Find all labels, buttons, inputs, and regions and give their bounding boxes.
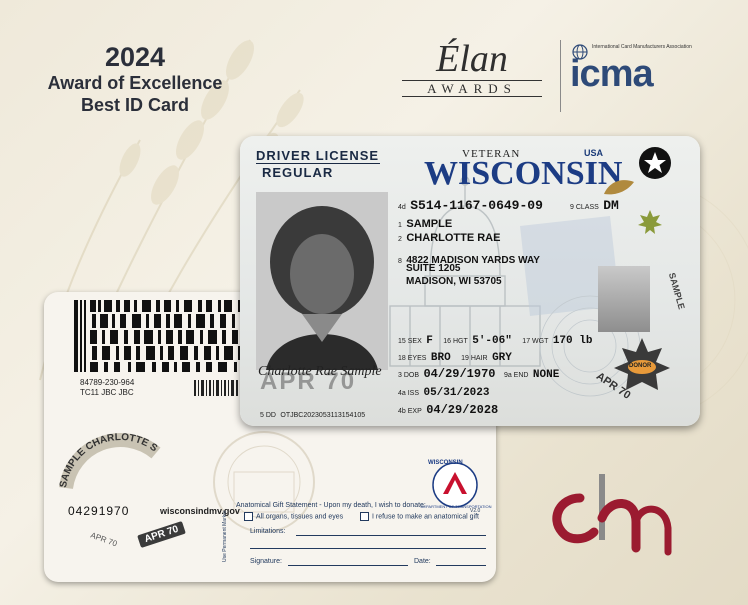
icma-wordmark: icma [570, 53, 654, 95]
class-label: 9 CLASS [570, 204, 599, 211]
marker-note: Use Permanent Marker [222, 510, 228, 562]
portrait-photo [256, 192, 388, 370]
hair-value: GRY [492, 352, 512, 364]
seal-top-text: WISCONSIN [428, 460, 463, 466]
back-arc-security-text: SAMPLE CHARLOTTE SAMPLE [46, 408, 161, 490]
expiry-row: 4b EXP 04/29/2028 [398, 400, 498, 418]
first-name-label: 2 [398, 236, 402, 243]
hair-label: 19 HAIR [461, 355, 488, 362]
dob-row: 3 DOB 04/29/1970 9a END NONE [398, 364, 559, 382]
donor-label: DONOR [629, 363, 652, 369]
date-label: Date: [414, 558, 431, 565]
issued-row: 4a ISS 05/31/2023 [398, 382, 489, 400]
award-line-1: Award of Excellence [47, 73, 223, 93]
limitations-line [296, 535, 486, 536]
eyes-label: 18 EYES [398, 355, 427, 362]
icma-association: International Card Manufacturers Associa… [592, 44, 692, 50]
issued-value: 05/31/2023 [423, 387, 490, 399]
date-line [436, 565, 486, 566]
eyes-value: BRO [430, 352, 451, 364]
limitations-label: Limitations: [250, 528, 286, 535]
gift-statement: Anatomical Gift Statement - Upon my deat… [236, 502, 426, 509]
first-name: CHARLOTTE RAE [406, 232, 501, 244]
anatomical-gift-section: Anatomical Gift Statement - Upon my deat… [222, 502, 492, 576]
back-apr-ghost: APR 70 [89, 530, 119, 549]
address-line-2: SUITE 1205 [406, 263, 461, 274]
checkbox-all-organs [244, 512, 253, 521]
gift-option-refuse: I refuse to make an anatomical gift [360, 512, 479, 521]
option-all-label: All organs, tissues and eyes [256, 513, 344, 521]
address-label: 8 [398, 258, 402, 265]
weight-label: 17 WGT [522, 338, 549, 345]
card-type-heading: DRIVER LICENSE [256, 148, 380, 163]
dd-row: 5 DD OTJBC2023053113154105 [260, 404, 365, 422]
back-inventory-number: 04291970 [68, 504, 130, 518]
icma-logo: International Card Manufacturers Associa… [570, 44, 720, 110]
expiry-label: 4b EXP [398, 408, 422, 415]
issued-label: 4a ISS [398, 390, 420, 397]
award-poster: 2024 Award of Excellence Best ID Card Él… [0, 0, 748, 605]
eyes-hair-row: 18 EYES BRO 19 HAIR GRY [398, 347, 512, 365]
class-row: 9 CLASS DM [570, 196, 619, 214]
endorsement-label: 9a END [503, 372, 529, 379]
front-signature: Charlotte Rae Sample [258, 364, 382, 379]
expiry-value: 04/29/2028 [426, 403, 499, 417]
height-value: 5'-06" [472, 335, 512, 347]
dd-label: 5 DD [260, 412, 276, 419]
real-id-star-icon [639, 147, 671, 179]
dd-value: OTJBC2023053113154105 [280, 412, 366, 419]
checkbox-refuse [360, 512, 369, 521]
class-value: DM [603, 198, 619, 213]
ghost-portrait [598, 266, 650, 332]
license-number: S514-1167-0649-09 [410, 198, 543, 213]
license-number-row: 4d S514-1167-0649-09 [398, 196, 543, 214]
physical-row: 15 SEX F 16 HGT 5'-06" 17 WGT 170 lb [398, 330, 592, 348]
first-name-row: 2 CHARLOTTE RAE [398, 228, 500, 246]
elan-awards-logo: Élan AWARDS [398, 38, 546, 112]
barcode-line-2: TC11 JBC JBC [80, 388, 134, 397]
logo-divider [560, 40, 561, 112]
maple-leaf-icon [638, 210, 662, 234]
barcode-line-1: 84789-230-964 [80, 378, 135, 387]
back-apr-ribbon: APR 70 [137, 521, 186, 548]
award-line-2: Best ID Card [80, 95, 190, 115]
award-year: 2024 [104, 42, 166, 72]
height-label: 16 HGT [443, 338, 468, 345]
limitations-line-2 [250, 548, 486, 549]
license-front-card: DRIVER LICENSE REGULAR VETERAN USA WISCO… [240, 136, 700, 426]
sex-value: F [426, 335, 433, 347]
state-name: WISCONSIN [424, 155, 623, 192]
elan-logo-subtitle: AWARDS [402, 80, 542, 97]
sex-label: 15 SEX [398, 338, 422, 345]
address-line-3: MADISON, WI 53705 [406, 276, 502, 287]
globe-icon [572, 44, 588, 60]
weight-value: 170 lb [552, 335, 593, 347]
option-refuse-label: I refuse to make an anatomical gift [372, 513, 479, 521]
heading-rule [256, 163, 380, 164]
license-number-label: 4d [398, 204, 406, 211]
signature-line [288, 565, 408, 566]
cbn-logo [552, 474, 672, 556]
gold-leaf-icon [604, 180, 634, 195]
elan-logo-title: Élan [436, 38, 508, 80]
endorsement-value: NONE [532, 369, 560, 381]
dob-value: 04/29/1970 [423, 367, 496, 381]
card-class-heading: REGULAR [262, 165, 334, 180]
gift-option-all: All organs, tissues and eyes [244, 512, 343, 521]
award-title-block: 2024 Award of Excellence Best ID Card [20, 42, 250, 116]
signature-label: Signature: [250, 558, 282, 565]
barcode-numbers: 84789-230-964 TC11 JBC JBC [80, 378, 134, 398]
dob-label: 3 DOB [398, 372, 420, 379]
